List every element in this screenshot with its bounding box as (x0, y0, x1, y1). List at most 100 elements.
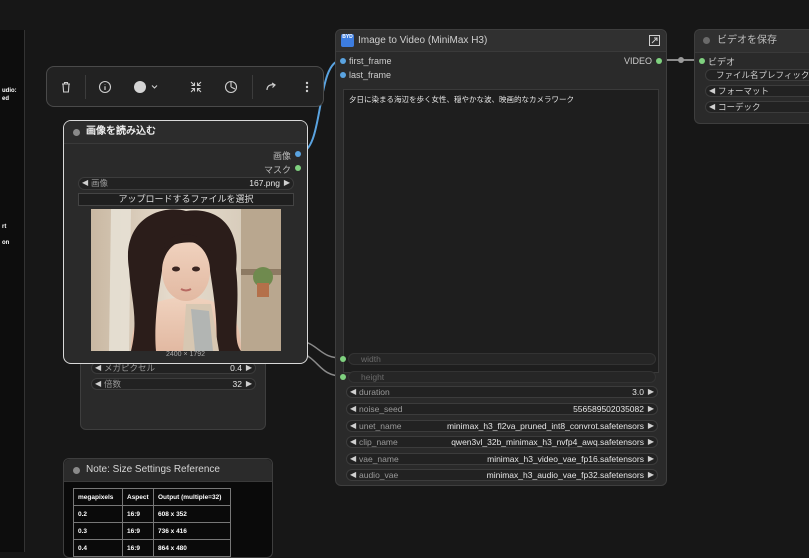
output-image-socket[interactable] (295, 151, 301, 157)
decrement-icon[interactable]: ◀ (350, 387, 356, 397)
left-panel-line-2: ed (2, 96, 10, 102)
prompt-textarea[interactable]: 夕日に染まる海辺を歩く女性、穏やかな波、映画的なカメラワーク (343, 89, 659, 373)
height-input[interactable]: height (348, 371, 656, 383)
increment-icon[interactable]: ▶ (648, 387, 654, 397)
codec-widget[interactable]: ◀ コーデック (705, 101, 809, 113)
i2v-title-bar[interactable]: BYD Image to Video (MiniMax H3) (336, 30, 666, 52)
clip-name-widget[interactable]: ◀ clip_name qwen3vl_32b_minimax_h3_nvfp4… (346, 436, 658, 448)
output-image-label: 画像 (272, 151, 291, 161)
image-preview (91, 209, 281, 351)
header-aspect: Aspect (122, 488, 154, 506)
image-resolution: 2400 × 1792 (165, 351, 206, 358)
format-widget[interactable]: ◀ フォーマット (705, 85, 809, 97)
increment-icon[interactable]: ▶ (246, 379, 252, 389)
note-node[interactable]: Note: Size Settings Reference megapixels… (63, 458, 273, 558)
height-label: height (361, 372, 385, 382)
table-cell: 736 x 416 (153, 522, 231, 540)
decrement-icon[interactable]: ◀ (95, 363, 101, 373)
noise-seed-value: 556589502035082 (573, 404, 644, 414)
i2v-badge-icon: BYD (341, 34, 354, 47)
image-file-widget[interactable]: ◀ 画像 167.png ▶ (78, 177, 294, 190)
left-panel: udio: ed rt on (0, 30, 25, 552)
increment-icon[interactable]: ▶ (648, 404, 654, 414)
width-socket[interactable] (340, 356, 346, 362)
i2v-title: Image to Video (MiniMax H3) (358, 35, 488, 46)
width-input[interactable]: width (348, 353, 656, 365)
table-cell: 0.4 (73, 539, 123, 557)
table-cell: 16:9 (122, 539, 154, 557)
output-mask-socket[interactable] (295, 165, 301, 171)
bypass-icon[interactable] (221, 77, 241, 97)
next-option-icon[interactable]: ▶ (648, 470, 654, 480)
load-image-node[interactable]: 画像を読み込む 画像 マスク ◀ 画像 167.png ▶ アップロードするファ… (63, 120, 308, 364)
vae-name-widget[interactable]: ◀ vae_name minimax_h3_video_vae_fp16.saf… (346, 453, 658, 465)
node-status-dot (703, 37, 710, 44)
table-cell: 16:9 (122, 522, 154, 540)
save-video-title-bar[interactable]: ビデオを保存 (695, 30, 809, 53)
last-frame-socket[interactable] (340, 72, 346, 78)
prev-option-icon[interactable]: ◀ (350, 454, 356, 464)
table-row: 0.3 16:9 736 x 416 (73, 522, 231, 540)
image-to-video-node[interactable]: BYD Image to Video (MiniMax H3) first_fr… (335, 29, 667, 486)
selection-toolbar (46, 66, 324, 107)
toolbar-divider (252, 75, 253, 99)
table-cell: 0.3 (73, 522, 123, 540)
megapixels-label: メガピクセル (104, 363, 156, 373)
info-icon[interactable] (95, 77, 115, 97)
save-video-node[interactable]: ビデオを保存 ビデオ ファイル名プレフィックス ◀ フォーマット ◀ コーデック (694, 29, 809, 124)
prev-option-icon[interactable]: ◀ (350, 470, 356, 480)
table-cell: 608 x 352 (153, 505, 231, 523)
prev-option-icon[interactable]: ◀ (709, 102, 715, 112)
clip-name-label: clip_name (359, 437, 398, 447)
upload-button[interactable]: アップロードするファイルを選択 (78, 193, 294, 206)
video-output-label: VIDEO (623, 56, 652, 66)
next-option-icon[interactable]: ▶ (648, 437, 654, 447)
first-frame-socket[interactable] (340, 58, 346, 64)
increment-icon[interactable]: ▶ (246, 363, 252, 373)
color-circle-icon[interactable] (131, 77, 161, 97)
image-file-value: 167.png (249, 178, 280, 188)
next-option-icon[interactable]: ▶ (648, 421, 654, 431)
more-icon[interactable] (297, 77, 317, 97)
redo-icon[interactable] (261, 77, 281, 97)
duration-widget[interactable]: ◀ duration 3.0 ▶ (346, 386, 658, 398)
node-status-dot (73, 467, 80, 474)
expand-icon[interactable] (649, 35, 660, 46)
unet-name-value: minimax_h3_fl2va_pruned_int8_convrot.saf… (446, 421, 644, 431)
next-option-icon[interactable]: ▶ (648, 454, 654, 464)
node-status-dot (73, 129, 80, 136)
filename-prefix-label: ファイル名プレフィックス (716, 70, 809, 80)
toolbar-divider (85, 75, 86, 99)
filename-prefix-widget[interactable]: ファイル名プレフィックス (705, 69, 809, 81)
audio-vae-widget[interactable]: ◀ audio_vae minimax_h3_audio_vae_fp32.sa… (346, 469, 658, 481)
noise-seed-widget[interactable]: ◀ noise_seed 556589502035082 ▶ (346, 403, 658, 415)
video-input-socket[interactable] (699, 58, 705, 64)
left-panel-line-4: on (2, 240, 10, 246)
multiple-value: 32 (232, 379, 242, 389)
table-row: 0.2 16:9 608 x 352 (73, 505, 231, 523)
multiple-widget[interactable]: ◀ 倍数 32 ▶ (91, 378, 256, 390)
megapixels-value: 0.4 (230, 363, 242, 373)
left-panel-line-3: rt (2, 224, 7, 230)
video-output-socket[interactable] (656, 58, 662, 64)
prev-option-icon[interactable]: ◀ (709, 86, 715, 96)
unet-name-widget[interactable]: ◀ unet_name minimax_h3_fl2va_pruned_int8… (346, 420, 658, 432)
load-image-title-bar[interactable]: 画像を読み込む (64, 121, 307, 144)
audio-vae-value: minimax_h3_audio_vae_fp32.safetensors (486, 470, 644, 480)
prev-option-icon[interactable]: ◀ (350, 437, 356, 447)
decrement-icon[interactable]: ◀ (350, 404, 356, 414)
note-title: Note: Size Settings Reference (86, 464, 220, 475)
format-label: フォーマット (718, 86, 770, 96)
next-file-icon[interactable]: ▶ (284, 178, 290, 188)
header-megapixels: megapixels (73, 488, 123, 506)
note-title-bar[interactable]: Note: Size Settings Reference (64, 459, 272, 482)
collapse-icon[interactable] (186, 77, 206, 97)
header-output: Output (multiple=32) (153, 488, 231, 506)
image-file-label: 画像 (91, 178, 109, 188)
prev-file-icon[interactable]: ◀ (82, 178, 88, 188)
decrement-icon[interactable]: ◀ (95, 379, 101, 389)
trash-icon[interactable] (56, 77, 76, 97)
duration-value: 3.0 (632, 387, 644, 397)
prev-option-icon[interactable]: ◀ (350, 421, 356, 431)
height-socket[interactable] (340, 374, 346, 380)
